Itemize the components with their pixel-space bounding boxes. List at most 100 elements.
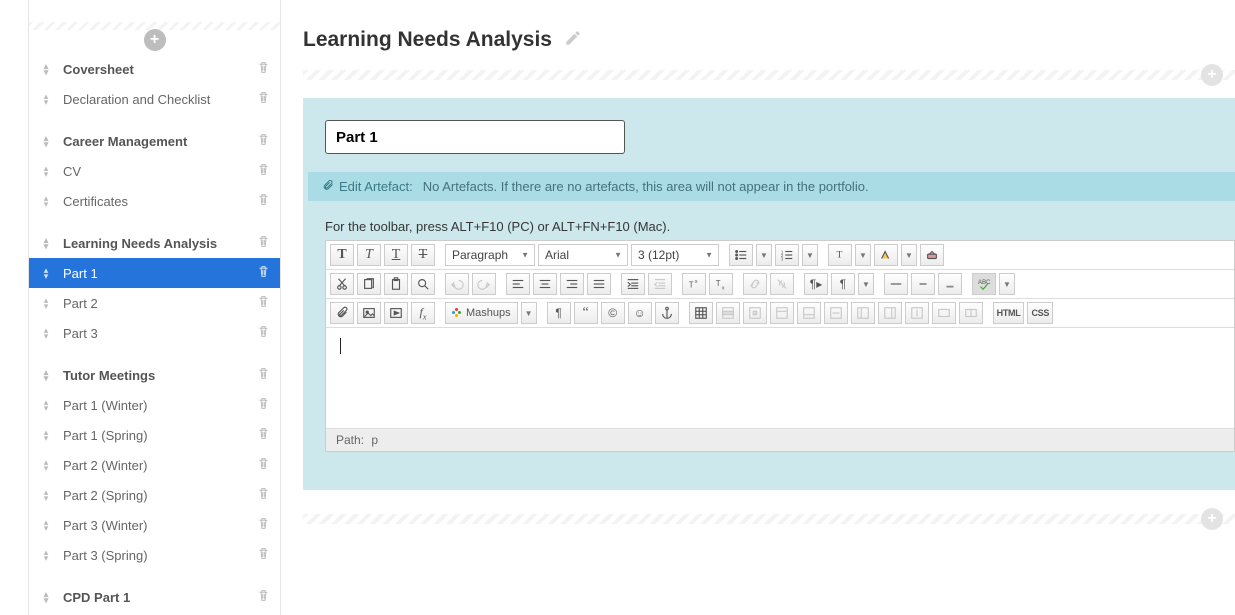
drag-handle-icon[interactable]: ▴▾	[39, 591, 53, 603]
indent-button[interactable]	[621, 273, 645, 295]
drag-handle-icon[interactable]: ▴▾	[39, 519, 53, 531]
dash-button[interactable]	[911, 273, 935, 295]
trash-icon[interactable]	[257, 133, 270, 149]
sidebar-item[interactable]: ▴▾Part 1	[29, 258, 280, 288]
text-color-button[interactable]: T	[828, 244, 852, 266]
edit-artefact-link[interactable]: Edit Artefact:	[339, 179, 413, 194]
ltr-button[interactable]: ¶▸	[804, 273, 828, 295]
font-select[interactable]: Arial	[538, 244, 628, 266]
bold-button[interactable]: T	[330, 244, 354, 266]
rtl-button[interactable]: ¶	[831, 273, 855, 295]
bullet-list-button[interactable]	[729, 244, 753, 266]
editor-textarea[interactable]	[326, 328, 1234, 428]
mashups-button[interactable]: Mashups	[445, 302, 518, 324]
sidebar-section-header[interactable]: ▴▾CPD Part 1	[29, 582, 280, 612]
drag-handle-icon[interactable]: ▴▾	[39, 195, 53, 207]
unlink-button[interactable]	[770, 273, 794, 295]
trash-icon[interactable]	[257, 163, 270, 179]
highlight-dropdown[interactable]: ▼	[901, 244, 917, 266]
drag-handle-icon[interactable]: ▴▾	[39, 237, 53, 249]
drag-handle-icon[interactable]: ▴▾	[39, 369, 53, 381]
spellcheck-button[interactable]: ABC	[972, 273, 996, 295]
add-block-button-top[interactable]: +	[1201, 64, 1223, 86]
insert-col-before-button[interactable]	[851, 302, 875, 324]
outdent-button[interactable]	[648, 273, 672, 295]
css-view-button[interactable]: CSS	[1027, 302, 1053, 324]
drag-handle-icon[interactable]: ▴▾	[39, 267, 53, 279]
attach-button[interactable]	[330, 302, 354, 324]
sidebar-item[interactable]: ▴▾Part 2	[29, 288, 280, 318]
trash-icon[interactable]	[257, 487, 270, 503]
find-button[interactable]	[411, 273, 435, 295]
sidebar-item[interactable]: ▴▾Declaration and Checklist	[29, 84, 280, 114]
sidebar-item[interactable]: ▴▾Part 1 (Spring)	[29, 420, 280, 450]
sidebar-item[interactable]: ▴▾Part 2 (Winter)	[29, 450, 280, 480]
insert-row-after-button[interactable]	[797, 302, 821, 324]
formula-button[interactable]: fx	[411, 302, 435, 324]
add-section-button[interactable]: +	[144, 29, 166, 51]
table-cell-props-button[interactable]	[743, 302, 767, 324]
cut-button[interactable]	[330, 273, 354, 295]
highlight-button[interactable]	[874, 244, 898, 266]
subscript-button[interactable]: Tx	[709, 273, 733, 295]
sidebar-item[interactable]: ▴▾CV	[29, 156, 280, 186]
drag-handle-icon[interactable]: ▴▾	[39, 489, 53, 501]
nbsp-button[interactable]	[938, 273, 962, 295]
sidebar-item[interactable]: ▴▾Part 3 (Winter)	[29, 510, 280, 540]
add-block-button-bottom[interactable]: +	[1201, 508, 1223, 530]
clear-formatting-button[interactable]	[920, 244, 944, 266]
delete-col-button[interactable]	[905, 302, 929, 324]
table-button[interactable]	[689, 302, 713, 324]
image-button[interactable]	[357, 302, 381, 324]
number-list-button[interactable]: 123	[775, 244, 799, 266]
symbol-button[interactable]: ©	[601, 302, 625, 324]
spellcheck-dropdown[interactable]: ▼	[999, 273, 1015, 295]
trash-icon[interactable]	[257, 367, 270, 383]
drag-handle-icon[interactable]: ▴▾	[39, 135, 53, 147]
blockquote-button[interactable]: “	[574, 302, 598, 324]
sidebar-item[interactable]: ▴▾Part 1 (Winter)	[29, 390, 280, 420]
drag-handle-icon[interactable]: ▴▾	[39, 93, 53, 105]
trash-icon[interactable]	[257, 589, 270, 605]
split-cells-button[interactable]	[959, 302, 983, 324]
link-button[interactable]	[743, 273, 767, 295]
drag-handle-icon[interactable]: ▴▾	[39, 63, 53, 75]
trash-icon[interactable]	[257, 61, 270, 77]
trash-icon[interactable]	[257, 193, 270, 209]
drag-handle-icon[interactable]: ▴▾	[39, 549, 53, 561]
format-select[interactable]: Paragraph	[445, 244, 535, 266]
align-justify-button[interactable]	[587, 273, 611, 295]
undo-button[interactable]	[445, 273, 469, 295]
merge-cells-button[interactable]	[932, 302, 956, 324]
insert-row-before-button[interactable]	[770, 302, 794, 324]
trash-icon[interactable]	[257, 397, 270, 413]
trash-icon[interactable]	[257, 295, 270, 311]
anchor-button[interactable]	[655, 302, 679, 324]
bullet-list-dropdown[interactable]: ▼	[756, 244, 772, 266]
drag-handle-icon[interactable]: ▴▾	[39, 327, 53, 339]
strikethrough-button[interactable]: T	[411, 244, 435, 266]
trash-icon[interactable]	[257, 235, 270, 251]
mashups-dropdown[interactable]: ▼	[521, 302, 537, 324]
sidebar-section-header[interactable]: ▴▾Career Management	[29, 126, 280, 156]
drag-handle-icon[interactable]: ▴▾	[39, 297, 53, 309]
sidebar-section-header[interactable]: ▴▾Coversheet	[29, 54, 280, 84]
direction-dropdown[interactable]: ▼	[858, 273, 874, 295]
align-right-button[interactable]	[560, 273, 584, 295]
trash-icon[interactable]	[257, 517, 270, 533]
emoticon-button[interactable]: ☺	[628, 302, 652, 324]
pencil-icon[interactable]	[564, 29, 582, 52]
sidebar-item[interactable]: ▴▾Part 3	[29, 318, 280, 348]
trash-icon[interactable]	[257, 427, 270, 443]
italic-button[interactable]: T	[357, 244, 381, 266]
sidebar-section-header[interactable]: ▴▾Learning Needs Analysis	[29, 228, 280, 258]
redo-button[interactable]	[472, 273, 496, 295]
html-view-button[interactable]: HTML	[993, 302, 1025, 324]
sidebar-item[interactable]: ▴▾Certificates	[29, 186, 280, 216]
text-color-dropdown[interactable]: ▼	[855, 244, 871, 266]
sidebar-item[interactable]: ▴▾Part 3 (Spring)	[29, 540, 280, 570]
sidebar-section-header[interactable]: ▴▾Tutor Meetings	[29, 360, 280, 390]
drag-handle-icon[interactable]: ▴▾	[39, 399, 53, 411]
media-button[interactable]	[384, 302, 408, 324]
insert-col-after-button[interactable]	[878, 302, 902, 324]
